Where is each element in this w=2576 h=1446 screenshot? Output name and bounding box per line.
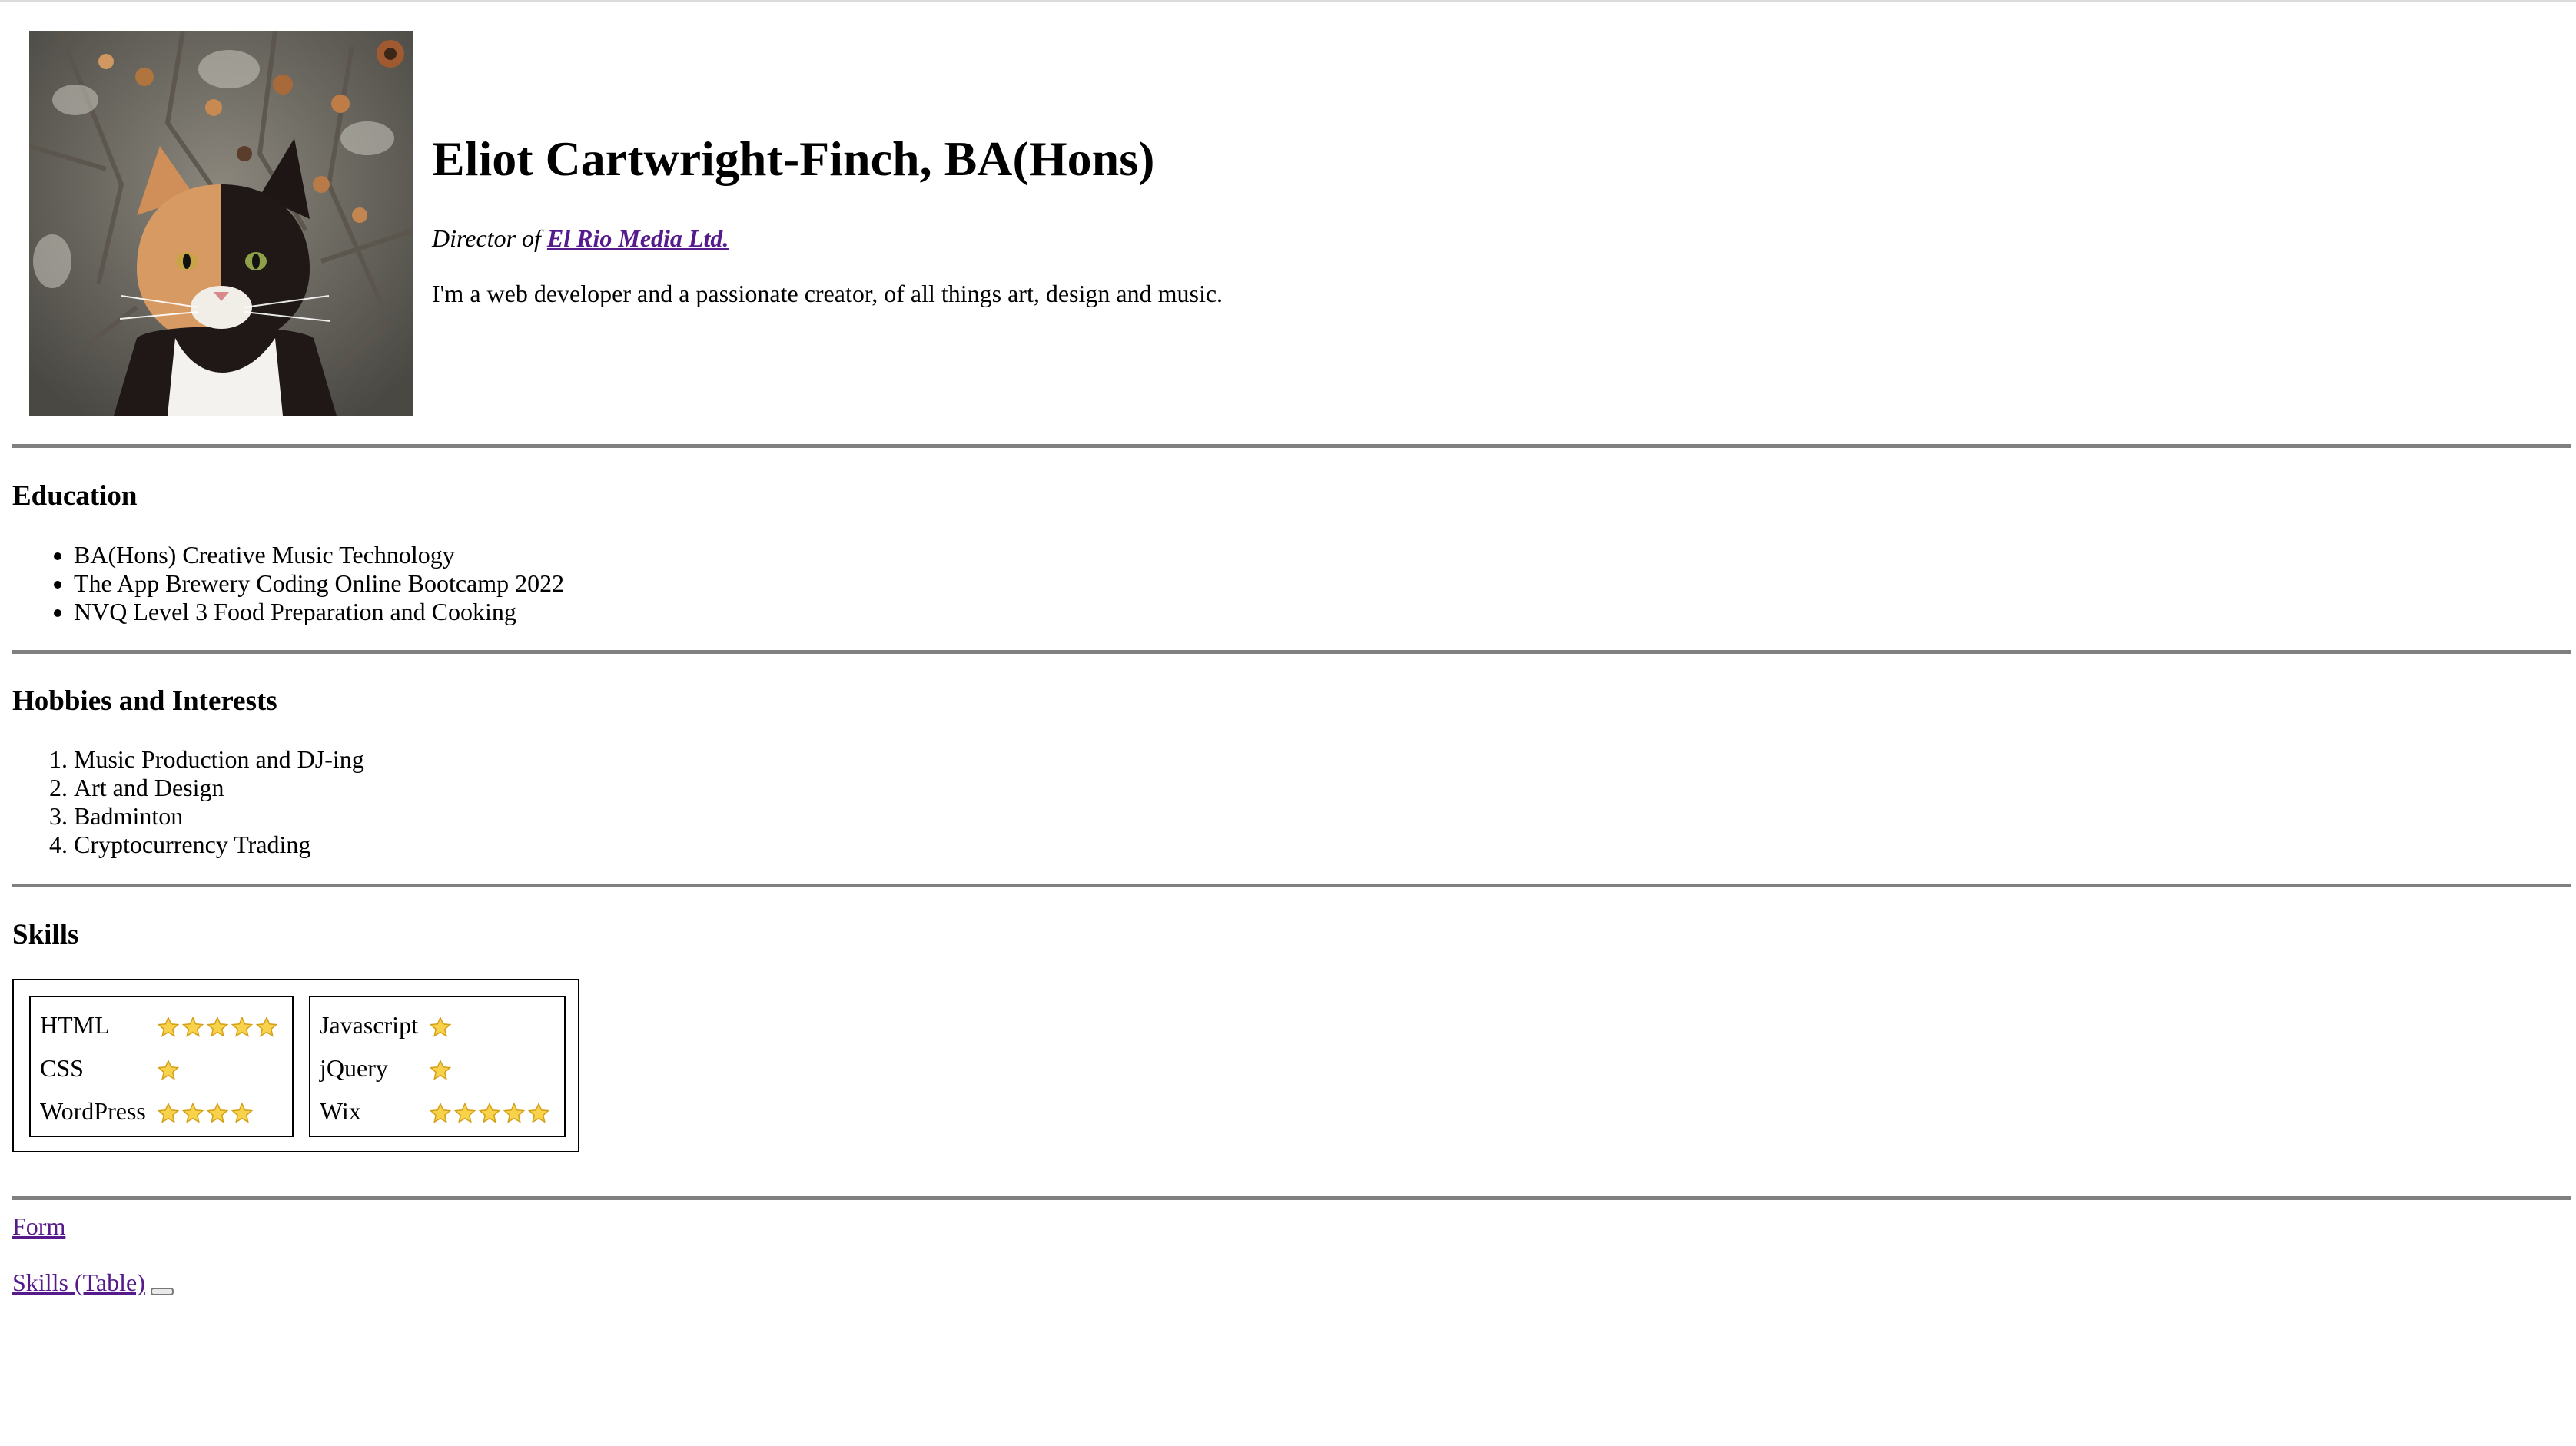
hobbies-heading: Hobbies and Interests — [12, 685, 277, 717]
skill-row: Javascript — [320, 1003, 552, 1046]
hobby-item: Cryptocurrency Trading — [74, 831, 364, 859]
skill-name: jQuery — [320, 1053, 388, 1082]
skills-table: HTML CSS WordPress Javascript jQuery Wix — [12, 979, 579, 1152]
divider — [12, 884, 2571, 887]
divider — [12, 1196, 2571, 1200]
star-icon — [255, 1016, 278, 1037]
skill-rating — [157, 1046, 280, 1089]
skills-group-right: Javascript jQuery Wix — [309, 996, 566, 1137]
star-icon — [206, 1102, 229, 1123]
divider — [12, 650, 2571, 654]
education-heading: Education — [12, 480, 138, 512]
skill-rating — [429, 1089, 552, 1133]
star-icon — [527, 1102, 550, 1123]
skill-name: WordPress — [40, 1096, 146, 1125]
skill-name: CSS — [40, 1053, 84, 1082]
profile-photo — [29, 31, 413, 416]
hobby-item: Art and Design — [74, 774, 364, 802]
skill-name: Javascript — [320, 1010, 418, 1039]
skill-rating — [157, 1003, 280, 1046]
star-icon — [206, 1016, 229, 1037]
page: Eliot Cartwright-Finch, BA(Hons) Directo… — [12, 0, 2571, 1296]
education-item: NVQ Level 3 Food Preparation and Cooking — [74, 598, 564, 626]
company-link[interactable]: El Rio Media Ltd. — [547, 224, 729, 252]
star-icon — [429, 1059, 452, 1080]
skill-rating — [429, 1046, 552, 1089]
star-icon — [231, 1102, 254, 1123]
star-icon — [478, 1102, 501, 1123]
profile-intro: I'm a web developer and a passionate cre… — [432, 280, 1223, 307]
profile-role: Director of El Rio Media Ltd. — [432, 224, 729, 253]
star-icon — [157, 1059, 180, 1080]
form-link[interactable]: Form — [12, 1212, 65, 1241]
skills-heading: Skills — [12, 919, 79, 950]
star-icon — [181, 1102, 204, 1123]
skill-row: WordPress — [40, 1089, 280, 1133]
skill-name: HTML — [40, 1010, 110, 1039]
star-icon — [503, 1102, 526, 1123]
hobby-item: Badminton — [74, 802, 364, 831]
role-prefix: Director of — [432, 224, 541, 252]
skills-table-link[interactable]: Skills (Table) — [12, 1269, 145, 1297]
skill-rating — [157, 1089, 280, 1133]
divider — [12, 444, 2571, 448]
star-icon — [157, 1102, 180, 1123]
skill-name: Wix — [320, 1096, 361, 1125]
star-icon — [181, 1016, 204, 1037]
education-item: The App Brewery Coding Online Bootcamp 2… — [74, 569, 564, 598]
skills-group-left: HTML CSS WordPress — [29, 996, 294, 1137]
star-icon — [429, 1102, 452, 1123]
skill-row: Wix — [320, 1089, 552, 1133]
education-list: BA(Hons) Creative Music Technology The A… — [12, 541, 564, 626]
star-icon — [453, 1102, 476, 1123]
star-icon — [157, 1016, 180, 1037]
skill-row: HTML — [40, 1003, 280, 1046]
profile-name: Eliot Cartwright-Finch, BA(Hons) — [432, 131, 1155, 186]
star-icon — [429, 1016, 452, 1037]
hobbies-list: Music Production and DJ-ing Art and Desi… — [12, 745, 364, 859]
skill-row: jQuery — [320, 1046, 552, 1089]
empty-button[interactable] — [151, 1288, 174, 1295]
education-item: BA(Hons) Creative Music Technology — [74, 541, 564, 569]
skill-row: CSS — [40, 1046, 280, 1089]
star-icon — [231, 1016, 254, 1037]
profile-header: Eliot Cartwright-Finch, BA(Hons) Directo… — [12, 0, 2571, 430]
skill-rating — [429, 1003, 552, 1046]
hobby-item: Music Production and DJ-ing — [74, 745, 364, 774]
